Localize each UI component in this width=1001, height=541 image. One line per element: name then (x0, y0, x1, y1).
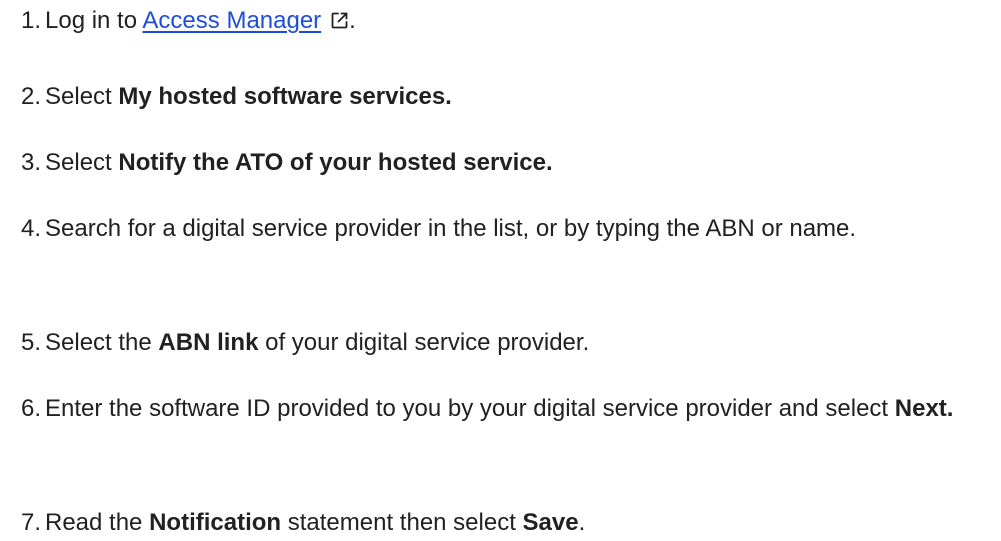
step-text-part: statement then select (281, 509, 523, 536)
step-emphasis: Notification (149, 509, 282, 536)
step-text: Select My hosted software services. (45, 78, 995, 115)
step-text-part: Select (45, 83, 119, 110)
step-text: Enter the software ID provided to you by… (45, 390, 995, 427)
step-text: Log in to Access Manager. (45, 2, 995, 39)
step-text-part: Enter the software ID provided to you by… (45, 395, 895, 422)
step-text-part: . (349, 7, 356, 34)
step-text: Search for a digital service provider in… (45, 215, 857, 242)
step-number: 4. (21, 215, 42, 242)
step-6: 6. Enter the software ID provided to you… (21, 390, 995, 427)
step-number: 3. (21, 149, 42, 176)
step-3: 3. Select Notify the ATO of your hosted … (21, 144, 995, 181)
step-4: 4. Search for a digital service provider… (21, 210, 995, 247)
instruction-list: 1. Log in to Access Manager. 2. Select M… (0, 0, 1001, 536)
step-7: 7. Read the Notification statement then … (21, 504, 995, 541)
step-number: 7. (21, 509, 42, 536)
step-text-part: of your digital service provider. (258, 329, 590, 356)
step-1: 1. Log in to Access Manager. (21, 2, 995, 39)
step-text: Select the ABN link of your digital serv… (45, 324, 995, 361)
step-text-part: . (578, 509, 586, 536)
step-text: Read the Notification statement then sel… (45, 504, 995, 541)
step-number: 5. (21, 329, 42, 356)
step-emphasis: Save (522, 509, 579, 536)
external-link-icon[interactable] (330, 11, 349, 30)
access-manager-link[interactable]: Access Manager (142, 7, 321, 34)
step-5: 5. Select the ABN link of your digital s… (21, 324, 995, 361)
step-number: 6. (21, 395, 42, 422)
step-text-part: Select the (45, 329, 159, 356)
step-emphasis: Notify the ATO of your hosted service. (118, 149, 553, 176)
step-number: 2. (21, 83, 42, 110)
step-2: 2. Select My hosted software services. (21, 78, 995, 115)
step-emphasis: ABN link (158, 329, 259, 356)
step-number: 1. (21, 7, 42, 34)
step-text: Select Notify the ATO of your hosted ser… (45, 144, 995, 181)
step-emphasis: Next. (894, 395, 954, 422)
step-text-part: Select (45, 149, 119, 176)
step-text-part: Read the (45, 509, 150, 536)
step-emphasis: My hosted software services. (118, 83, 452, 110)
step-text-part: Log in to (45, 7, 143, 34)
